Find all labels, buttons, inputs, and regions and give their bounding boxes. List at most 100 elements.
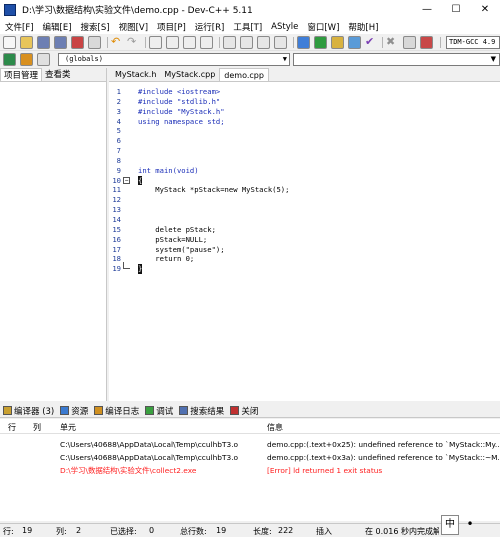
menu-item[interactable]: 搜索[S]: [76, 21, 114, 33]
ime-mode-icon[interactable]: •: [461, 515, 479, 535]
find-icon[interactable]: [149, 36, 162, 49]
secondary-toolbar: (globals) ▼ ▼: [0, 52, 500, 67]
open-file-icon[interactable]: [20, 36, 33, 49]
menu-item[interactable]: 窗口[W]: [302, 21, 343, 33]
syntax-check-icon[interactable]: ✔: [365, 36, 378, 49]
new-file-icon[interactable]: [3, 36, 16, 49]
goto-bookmark-icon[interactable]: [37, 53, 50, 66]
code-line[interactable]: 13: [109, 205, 500, 215]
find-next-icon[interactable]: [183, 36, 196, 49]
close-file-icon[interactable]: [71, 36, 84, 49]
menu-item[interactable]: 帮助[H]: [343, 21, 382, 33]
output-tabs: 编译器 (3) 资源 编译日志 调试 搜索结果 关闭: [0, 404, 500, 418]
code-line[interactable]: 4 using namespace std;: [109, 117, 500, 127]
message-row[interactable]: C:\Users\40688\AppData\Local\Temp\cculhb…: [0, 438, 500, 451]
tab-label: 编译器 (3): [14, 406, 55, 417]
code-line[interactable]: 11 MyStack *pStack=new MyStack(5);: [109, 185, 500, 195]
toggle-bookmark-icon[interactable]: [20, 53, 33, 66]
code-line[interactable]: 1 #include <iostream>: [109, 87, 500, 97]
scope-select[interactable]: ▼: [293, 53, 500, 66]
line-number: 7: [116, 146, 121, 156]
code-line[interactable]: 5: [109, 126, 500, 136]
fold-collapse-icon[interactable]: −: [123, 176, 130, 184]
code-area[interactable]: 1 #include <iostream> 2 #include "stdlib.h"…: [109, 87, 500, 275]
code-text: using namespace std;: [138, 116, 225, 126]
maximize-button[interactable]: ☐: [441, 0, 471, 19]
menu-item[interactable]: 文件[F]: [0, 21, 38, 33]
replace-icon[interactable]: [166, 36, 179, 49]
tab-mystack-cpp[interactable]: MyStack.cpp: [160, 68, 219, 81]
globals-select[interactable]: (globals) ▼: [58, 53, 290, 66]
add-to-project-icon[interactable]: [240, 36, 253, 49]
menu-item[interactable]: 视图[V]: [114, 21, 152, 33]
compile-icon[interactable]: [297, 36, 310, 49]
tab-label: 调试: [156, 406, 174, 417]
code-line[interactable]: 19}: [109, 262, 500, 275]
profile-icon[interactable]: [420, 36, 433, 49]
tab-compiler[interactable]: 编译器 (3): [0, 404, 57, 417]
code-text: #include <iostream>: [138, 87, 221, 96]
redo-icon[interactable]: ↷: [127, 36, 140, 49]
code-line[interactable]: 12: [109, 195, 500, 205]
code-editor[interactable]: MyStack.h MyStack.cpp demo.cpp 1 #include…: [109, 68, 500, 401]
undo-icon[interactable]: ↶: [111, 36, 124, 49]
code-line[interactable]: 10−{: [109, 175, 500, 186]
project-options-icon[interactable]: [274, 36, 287, 49]
tab-mystack-h[interactable]: MyStack.h: [111, 68, 160, 81]
line-number: 19: [112, 264, 121, 274]
code-text: }: [138, 264, 143, 275]
tab-label: 编译日志: [105, 406, 140, 417]
compiler-select[interactable]: TDM-GCC 4.9: [446, 36, 500, 49]
code-text: delete pStack;: [138, 224, 216, 234]
code-text: system("pause");: [138, 244, 225, 254]
tab-search-results[interactable]: 搜索结果: [176, 404, 227, 417]
menu-item[interactable]: 工具[T]: [228, 21, 266, 33]
goto-line-icon[interactable]: [200, 36, 213, 49]
stop-execution-icon[interactable]: ✖: [386, 36, 399, 49]
run-icon[interactable]: [314, 36, 327, 49]
remove-from-project-icon[interactable]: [257, 36, 270, 49]
tab-project-manager[interactable]: 项目管理: [0, 68, 43, 81]
code-line[interactable]: 17 system("pause");: [109, 245, 500, 255]
code-line[interactable]: 8: [109, 156, 500, 166]
minimize-button[interactable]: —: [412, 0, 442, 19]
code-line[interactable]: 6: [109, 136, 500, 146]
rebuild-all-icon[interactable]: [348, 36, 361, 49]
menu-item[interactable]: 编辑[E]: [38, 21, 76, 33]
tab-demo-cpp[interactable]: demo.cpp: [219, 68, 269, 81]
header-info[interactable]: 信息: [267, 422, 283, 433]
message-row[interactable]: D:\学习\数据结构\实验文件\collect2.exe [Error] ld r…: [0, 464, 500, 477]
code-line[interactable]: 16 pStack=NULL;: [109, 235, 500, 245]
message-unit: C:\Users\40688\AppData\Local\Temp\cculhb…: [60, 453, 239, 462]
tab-close[interactable]: 关闭: [227, 404, 261, 417]
code-line[interactable]: 7: [109, 146, 500, 156]
header-line[interactable]: 行: [8, 422, 16, 433]
insert-icon[interactable]: [3, 53, 16, 66]
tab-resource[interactable]: 资源: [57, 404, 91, 417]
code-line[interactable]: 2 #include "stdlib.h": [109, 97, 500, 107]
ime-language-indicator[interactable]: 中: [441, 515, 459, 535]
status-bar: 行: 19 列: 2 已选择: 0 总行数: 19 长度: 222 插入 在 0…: [0, 523, 500, 537]
menu-item[interactable]: 运行[R]: [190, 21, 229, 33]
debug-icon[interactable]: [403, 36, 416, 49]
code-line[interactable]: 3 #include "MyStack.h": [109, 107, 500, 117]
code-line[interactable]: 18 return 0;: [109, 254, 500, 264]
code-line[interactable]: 15 delete pStack;: [109, 225, 500, 235]
tab-debug[interactable]: 调试: [142, 404, 176, 417]
print-icon[interactable]: [88, 36, 101, 49]
message-row[interactable]: C:\Users\40688\AppData\Local\Temp\cculhb…: [0, 451, 500, 464]
tab-class-browser[interactable]: 查看类: [42, 68, 74, 81]
status-col-label: 列:: [56, 527, 67, 536]
close-window-button[interactable]: ✕: [470, 0, 500, 19]
tab-log[interactable]: 编译日志: [91, 404, 142, 417]
code-line[interactable]: 9 int main(void): [109, 166, 500, 176]
save-all-icon[interactable]: [54, 36, 67, 49]
menu-item[interactable]: 项目[P]: [152, 21, 190, 33]
compile-run-icon[interactable]: [331, 36, 344, 49]
code-line[interactable]: 14: [109, 215, 500, 225]
save-icon[interactable]: [37, 36, 50, 49]
header-col[interactable]: 列: [33, 422, 41, 433]
new-project-icon[interactable]: [223, 36, 236, 49]
header-unit[interactable]: 单元: [60, 422, 76, 433]
menu-item[interactable]: AStyle: [266, 22, 302, 32]
